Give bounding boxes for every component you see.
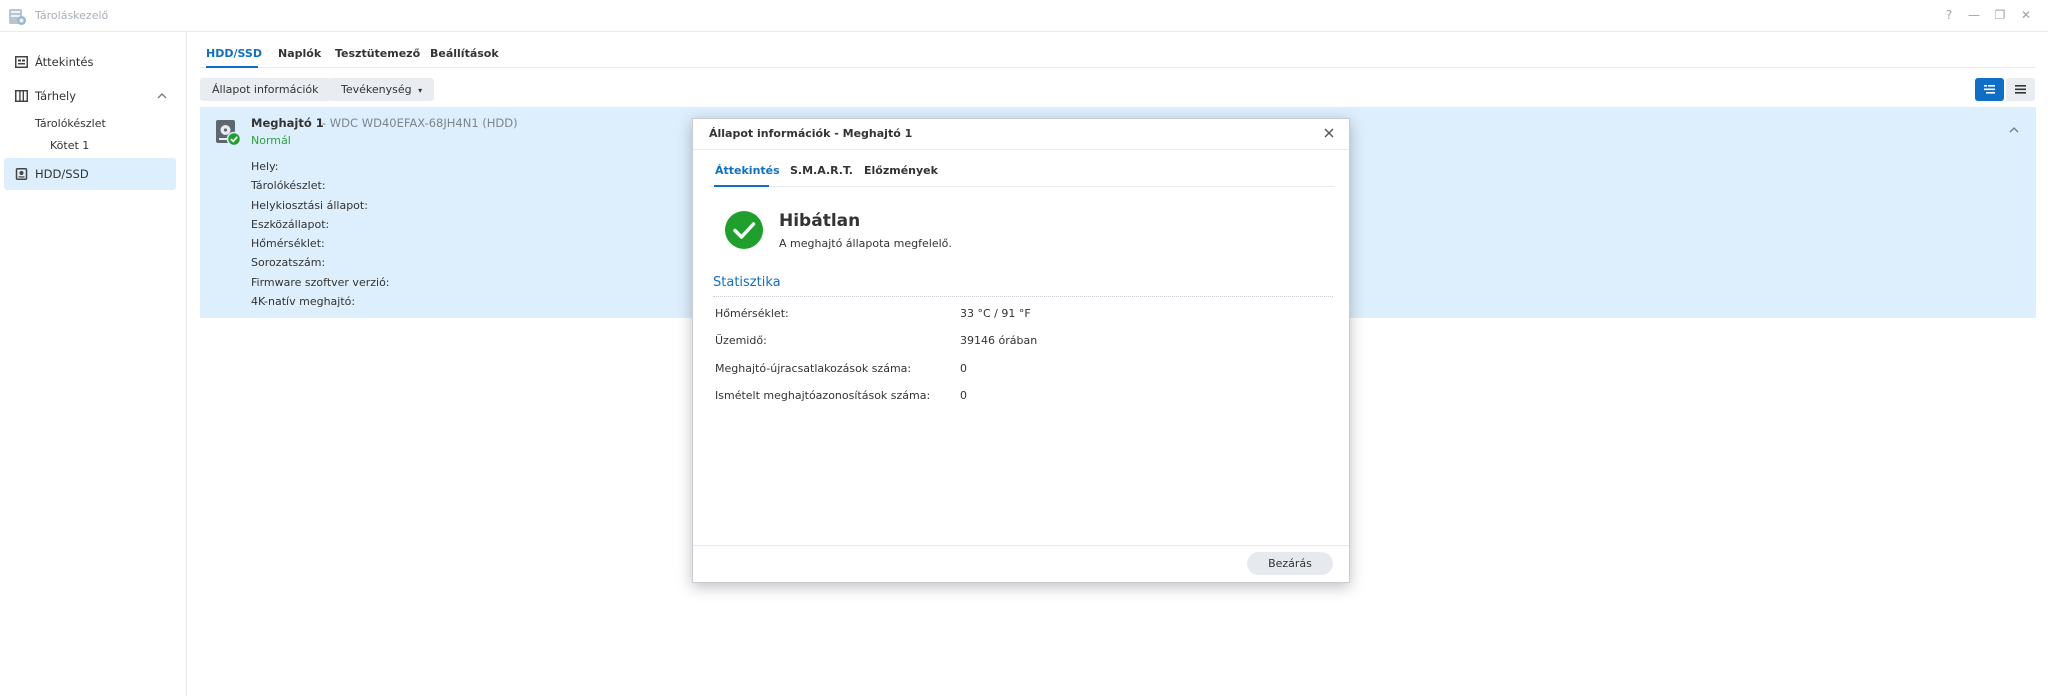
active-tab-indicator [206,66,258,68]
app-title: Tároláskezelő [35,9,109,22]
drive-prop-device-status: Eszközállapot: [251,218,330,231]
drive-prop-location: Hely: [251,160,279,173]
status-info-button-label: Állapot információk [212,83,319,96]
stat-label-temperature: Hőmérséklet: [715,307,789,320]
stat-value-temperature: 33 °C / 91 °F [960,307,1031,320]
chevron-down-icon: ▾ [418,86,423,95]
dialog-footer-divider [693,545,1349,546]
sidebar-item-label: Áttekintés [35,55,94,69]
sidebar-item-storage-pool[interactable]: Tárolókészlet [35,117,106,130]
list-view-icon [2015,85,2026,94]
drive-prop-temperature: Hőmérséklet: [251,237,325,250]
close-window-icon[interactable]: ✕ [2019,8,2033,22]
health-status-title: Hibátlan [779,211,861,231]
dialog-header-divider [693,149,1349,150]
sidebar-item-label: HDD/SSD [35,167,89,181]
sidebar-item-hdd-ssd[interactable]: HDD/SSD [4,158,176,190]
close-icon[interactable] [1322,126,1336,140]
dialog-tab-divider [709,186,1335,187]
stat-label-reconnections: Meghajtó-újracsatlakozások száma: [715,362,912,375]
health-status-description: A meghajtó állapota megfelelő. [779,237,952,250]
chevron-up-icon[interactable] [156,90,168,102]
status-info-button[interactable]: Állapot információk [200,78,331,101]
sidebar: Áttekintés Tárhely Tárolókészlet Kötet 1… [0,32,187,696]
stat-value-reidentifications: 0 [960,389,967,402]
close-button-label: Bezárás [1268,557,1312,570]
drive-title: Meghajtó 1 [251,116,324,130]
dialog-tab-smart[interactable]: S.M.A.R.T. [790,164,853,177]
statistics-section-title: Statisztika [713,275,781,290]
tab-settings[interactable]: Beállítások [430,47,499,60]
dialog-tab-history[interactable]: Előzmények [864,164,938,177]
actions-dropdown-button[interactable]: Tevékenység ▾ [329,78,435,101]
sidebar-item-label: Tárhely [35,89,77,103]
sidebar-item-overview[interactable]: Áttekintés [4,46,176,78]
drive-prop-storage-pool: Tárolókészlet: [251,179,326,192]
drive-status-ok-icon [216,120,241,146]
storage-manager-app-icon [9,9,26,25]
group-view-icon [1984,85,1995,94]
drive-prop-4k-native: 4K-natív meghajtó: [251,295,356,308]
restore-icon[interactable]: ❐ [1993,8,2007,22]
help-icon[interactable]: ? [1942,8,1956,22]
check-circle-icon [725,211,763,249]
stat-label-uptime: Üzemidő: [715,334,767,347]
stat-label-reidentifications: Ismételt meghajtóazonosítások száma: [715,389,931,402]
tab-test-scheduler[interactable]: Tesztütemező [335,47,420,60]
drive-status: Normál [251,134,291,147]
list-view-button[interactable] [2006,78,2035,101]
tab-hdd-ssd[interactable]: HDD/SSD [206,47,262,60]
dialog-tab-overview[interactable]: Áttekintés [715,164,780,177]
storage-icon [15,90,28,102]
dialog-title: Állapot információk - Meghajtó 1 [709,127,913,140]
drive-prop-allocation-status: Helykiosztási állapot: [251,199,368,212]
sidebar-item-storage[interactable]: Tárhely [4,80,176,112]
drive-prop-firmware: Firmware szoftver verzió: [251,276,390,289]
close-button[interactable]: Bezárás [1247,552,1333,575]
sidebar-item-volume-1[interactable]: Kötet 1 [50,139,89,152]
chevron-up-icon[interactable] [2008,124,2020,136]
tab-logs[interactable]: Naplók [278,47,321,60]
stat-value-uptime: 39146 órában [960,334,1038,347]
drive-prop-serial-number: Sorozatszám: [251,256,326,269]
actions-button-label: Tevékenység [341,83,412,96]
statistics-divider [713,296,1333,297]
hdd-icon [15,168,28,180]
dialog-active-tab-indicator [714,185,769,187]
minimize-icon[interactable]: — [1967,8,1981,22]
title-bar: Tároláskezelő ? — ❐ ✕ [0,0,2048,32]
overview-icon [15,56,28,68]
status-info-dialog: Állapot információk - Meghajtó 1 Áttekin… [692,118,1350,583]
drive-model: - WDC WD40EFAX-68JH4N1 (HDD) [322,116,518,130]
grouped-view-button[interactable] [1975,78,2004,101]
stat-value-reconnections: 0 [960,362,967,375]
